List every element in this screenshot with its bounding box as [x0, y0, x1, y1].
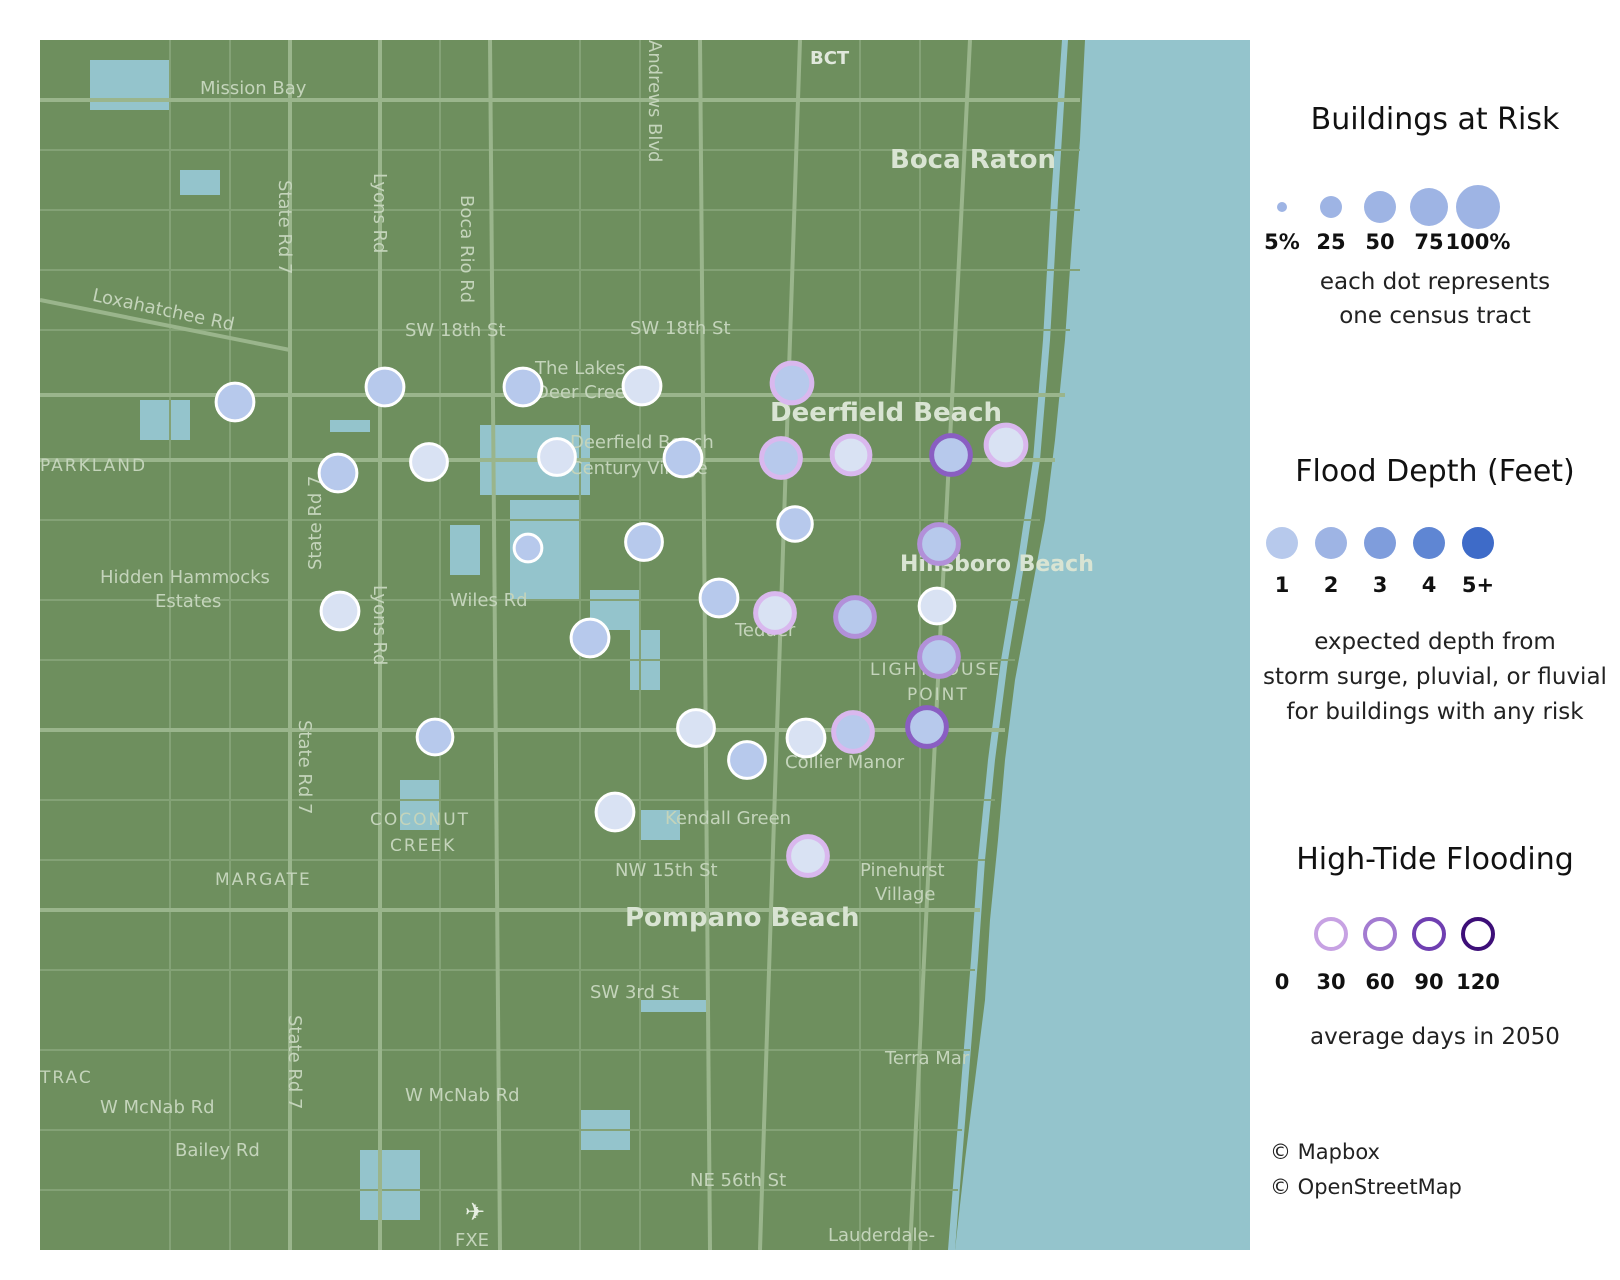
census-tract-dot[interactable]	[409, 442, 449, 482]
attribution-mapbox[interactable]: © Mapbox	[1270, 1140, 1380, 1164]
census-tract-dot[interactable]	[929, 433, 973, 477]
legend-depth-note-line2: storm surge, pluvial, or fluvial	[1263, 664, 1607, 690]
census-tract-dot[interactable]	[917, 635, 961, 679]
legend-depth-label: 5+	[1461, 573, 1495, 597]
legend-tide-ring	[1461, 917, 1495, 951]
census-tract-dot[interactable]	[676, 708, 716, 748]
census-tract-dot[interactable]	[831, 710, 875, 754]
legend-depth-note-line1: expected depth from	[1314, 629, 1556, 655]
legend-tide-ring	[1314, 917, 1348, 951]
legend-tide-note: average days in 2050	[1310, 1024, 1560, 1050]
census-tract-dot[interactable]	[753, 591, 797, 635]
census-tract-dot[interactable]	[214, 381, 256, 423]
census-tract-dot[interactable]	[364, 366, 406, 408]
legend-risk-dot	[1320, 196, 1342, 218]
legend-depth-title: Flood Depth (Feet)	[1295, 454, 1575, 489]
census-tract-dot[interactable]	[537, 437, 577, 477]
census-tract-dot[interactable]	[905, 705, 949, 749]
census-tract-dot[interactable]	[319, 590, 361, 632]
census-tract-dot[interactable]	[983, 422, 1029, 468]
legend-risk-note-line2: one census tract	[1339, 303, 1531, 329]
census-tract-dot[interactable]	[512, 532, 544, 564]
legend-depth-note: expected depth from storm surge, pluvial…	[1250, 625, 1620, 730]
census-tract-dot[interactable]	[624, 522, 664, 562]
census-tract-layer	[214, 360, 1029, 878]
legend-tide-ring	[1412, 917, 1446, 951]
census-tract-dot[interactable]	[727, 740, 767, 780]
legend-tide-label: 120	[1456, 970, 1500, 994]
legend-risk-dot	[1364, 191, 1396, 223]
census-tract-dot[interactable]	[917, 522, 961, 566]
legend-depth-dot	[1266, 527, 1298, 559]
census-tract-dot[interactable]	[829, 433, 873, 477]
legend-tide-title: High-Tide Flooding	[1296, 842, 1574, 877]
census-tract-dot[interactable]	[662, 437, 704, 479]
legend-risk-title: Buildings at Risk	[1310, 102, 1560, 137]
legend-risk-dot	[1410, 188, 1448, 226]
legend-depth-note-line3: for buildings with any risk	[1286, 699, 1584, 725]
census-tract-dot[interactable]	[769, 360, 815, 406]
census-tract-dot[interactable]	[569, 617, 611, 659]
census-tract-dot[interactable]	[759, 436, 803, 480]
attribution-openstreetmap[interactable]: © OpenStreetMap	[1270, 1175, 1462, 1199]
legend-risk-dot	[1456, 185, 1500, 229]
legend-tide-ring	[1363, 917, 1397, 951]
census-tract-dot[interactable]	[776, 505, 814, 543]
legend-risk-label: 100%	[1445, 230, 1511, 254]
census-tract-dot[interactable]	[917, 586, 957, 626]
legend-depth-dot	[1413, 527, 1445, 559]
census-tract-dot[interactable]	[415, 717, 455, 757]
legend-depth-dot	[1315, 527, 1347, 559]
census-tract-dot[interactable]	[833, 595, 877, 639]
flood-risk-map[interactable]: Mission Bay Boca Raton BCT Andrews Blvd …	[40, 40, 1250, 1250]
legend-risk-note-line1: each dot represents	[1319, 269, 1551, 295]
legend-risk-dot	[1277, 202, 1287, 212]
legend-depth-dot	[1364, 527, 1396, 559]
census-tract-dot[interactable]	[621, 365, 663, 407]
legend-risk-note: each dot represents one census tract	[1250, 265, 1620, 333]
census-tract-dot[interactable]	[317, 452, 359, 494]
census-tract-dot[interactable]	[594, 791, 636, 833]
census-tract-dot[interactable]	[698, 577, 740, 619]
census-tract-dot[interactable]	[785, 717, 827, 759]
legend-panel: Buildings at Risk 5% 25 50 75 100% each dot …	[1250, 40, 1620, 1250]
legend-depth-dot	[1462, 527, 1494, 559]
census-tract-dot[interactable]	[502, 366, 544, 408]
census-tract-dot[interactable]	[786, 834, 830, 878]
